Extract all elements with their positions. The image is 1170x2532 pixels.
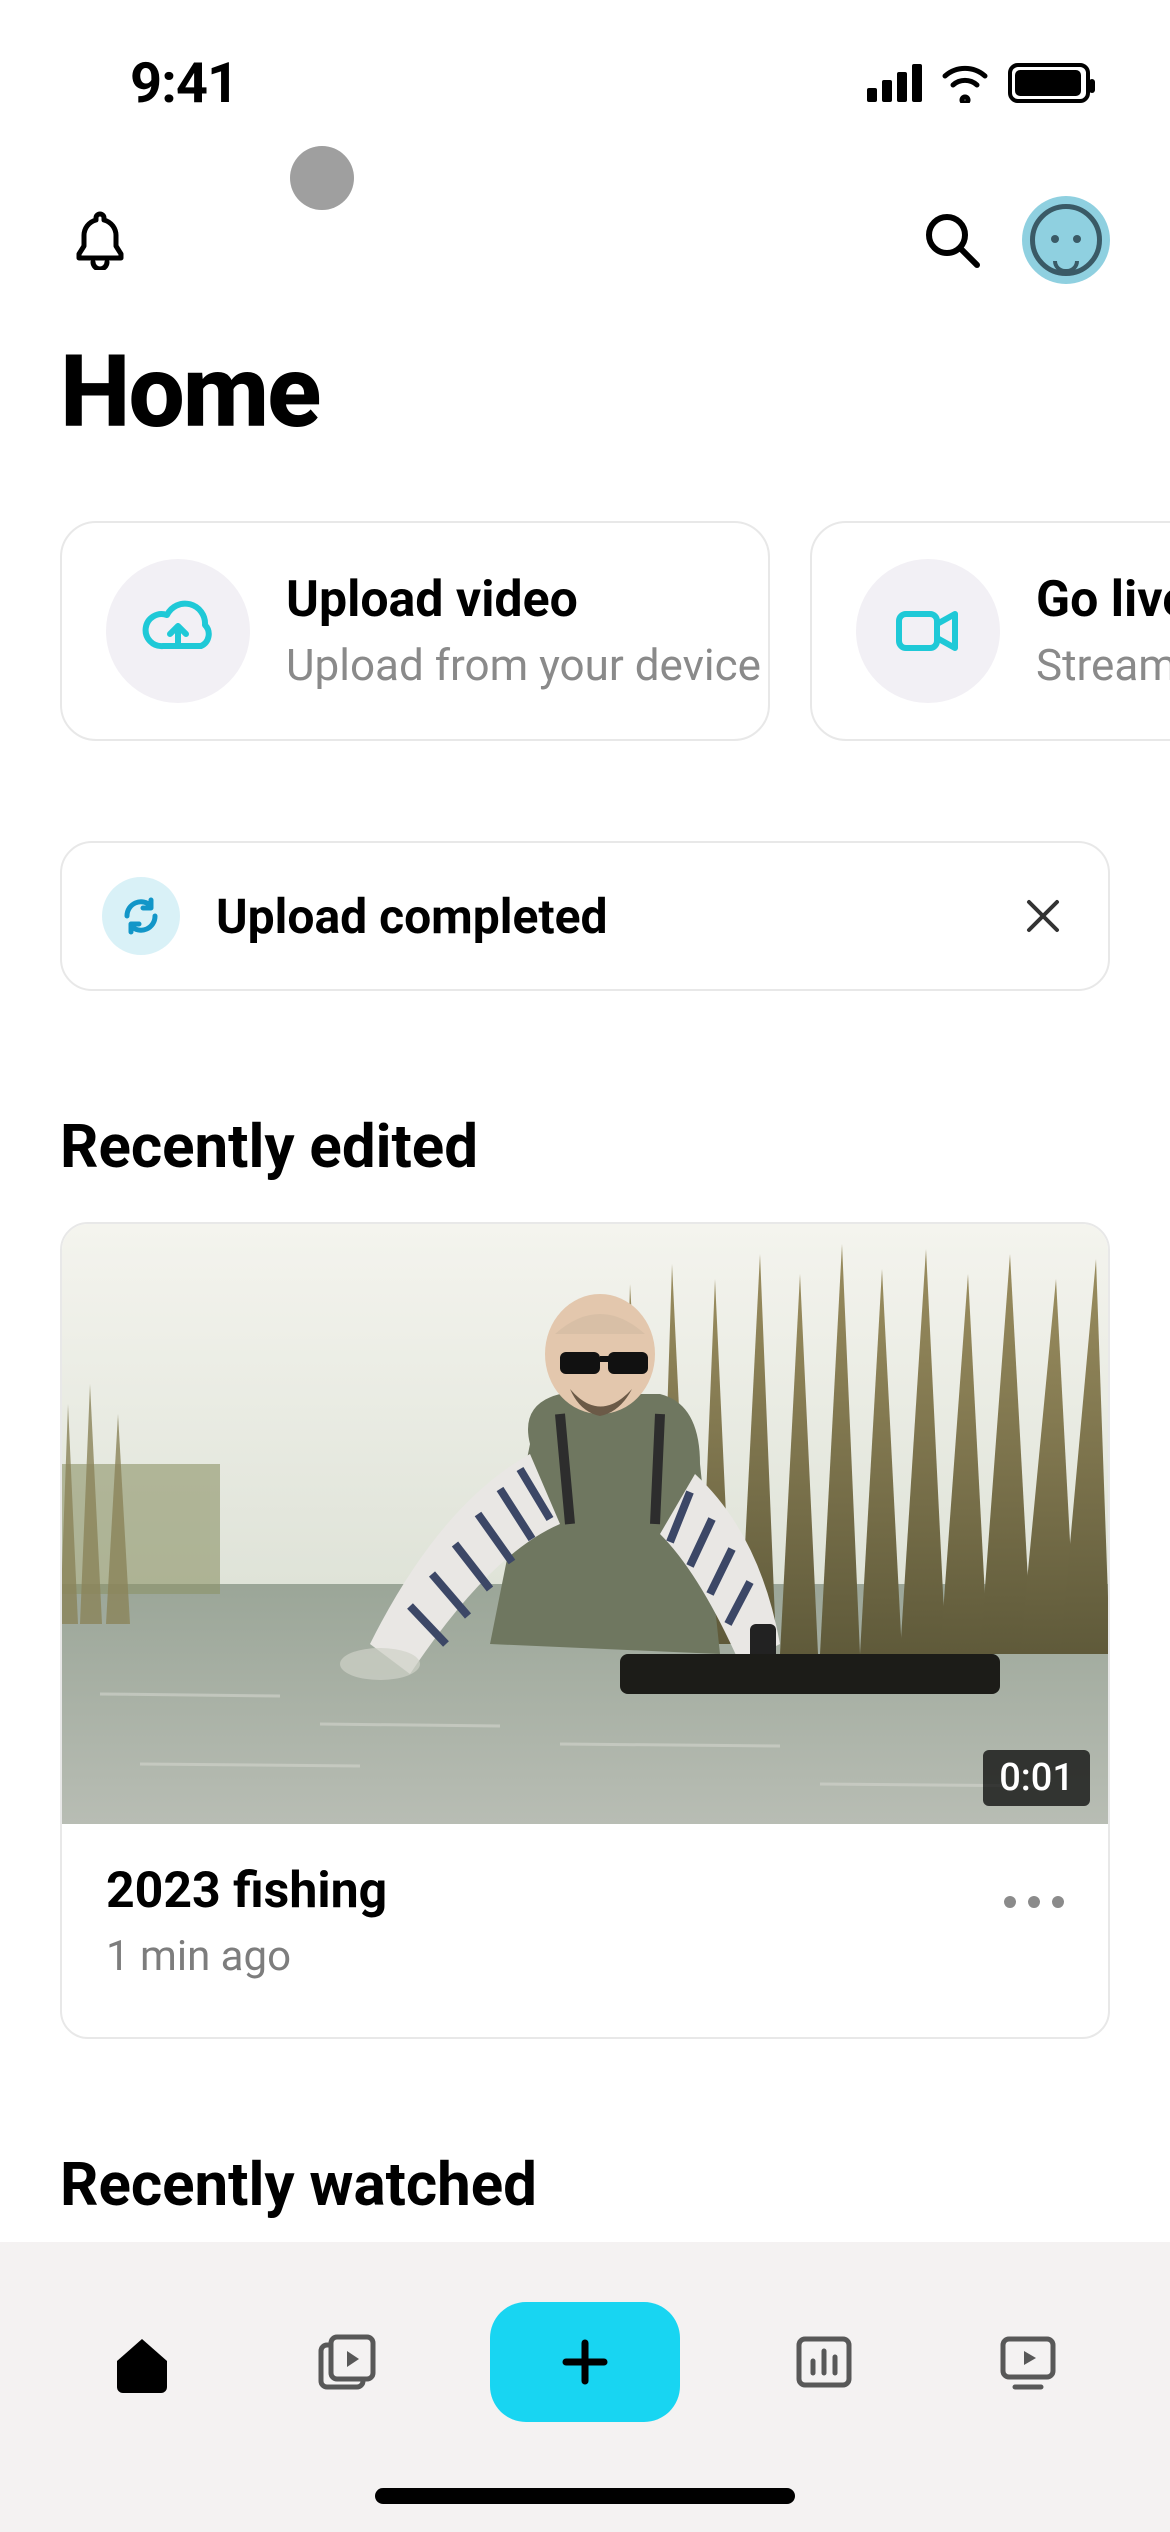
search-icon bbox=[923, 211, 981, 269]
home-icon bbox=[107, 2327, 177, 2397]
wifi-icon bbox=[940, 63, 990, 103]
library-icon bbox=[311, 2327, 381, 2397]
tab-library[interactable] bbox=[286, 2302, 406, 2422]
video-more-button[interactable] bbox=[1004, 1896, 1064, 1908]
tab-create[interactable] bbox=[490, 2302, 680, 2422]
more-icon bbox=[1004, 1896, 1016, 1908]
video-camera-icon bbox=[856, 559, 1000, 703]
sync-icon bbox=[102, 877, 180, 955]
tab-watch[interactable] bbox=[968, 2302, 1088, 2422]
toast-close-button[interactable] bbox=[1018, 891, 1068, 941]
close-icon bbox=[1024, 897, 1062, 935]
recently-watched-heading: Recently watched bbox=[0, 2039, 1170, 2256]
video-thumbnail[interactable]: 0:01 bbox=[62, 1224, 1108, 1824]
status-time: 9:41 bbox=[130, 50, 238, 116]
plus-icon bbox=[558, 2335, 612, 2389]
recently-edited-heading: Recently edited bbox=[0, 991, 1170, 1222]
tab-analytics[interactable] bbox=[764, 2302, 884, 2422]
tab-bar bbox=[0, 2242, 1170, 2532]
status-indicators bbox=[867, 63, 1090, 103]
go-live-card[interactable]: Go live Stream a bbox=[810, 521, 1170, 741]
go-live-subtitle: Stream a bbox=[1036, 639, 1170, 691]
video-duration-badge: 0:01 bbox=[983, 1750, 1090, 1806]
video-title: 2023 fishing bbox=[106, 1862, 1004, 1920]
toast-message: Upload completed bbox=[216, 888, 982, 945]
video-card[interactable]: 0:01 2023 fishing 1 min ago bbox=[60, 1222, 1110, 2039]
page-title: Home bbox=[0, 284, 1170, 521]
analytics-icon bbox=[789, 2327, 859, 2397]
upload-video-subtitle: Upload from your device bbox=[286, 639, 761, 691]
watch-icon bbox=[993, 2327, 1063, 2397]
profile-avatar[interactable] bbox=[1022, 196, 1110, 284]
cellular-signal-icon bbox=[867, 64, 922, 102]
upload-video-card[interactable]: Upload video Upload from your device bbox=[60, 521, 770, 741]
battery-icon bbox=[1008, 63, 1090, 103]
upload-status-toast: Upload completed bbox=[60, 841, 1110, 991]
quick-actions-row[interactable]: Upload video Upload from your device Go … bbox=[0, 521, 1170, 741]
video-timestamp: 1 min ago bbox=[106, 1932, 1004, 1981]
notifications-button[interactable] bbox=[60, 200, 140, 280]
app-header bbox=[0, 136, 1170, 284]
avatar-face-icon bbox=[1030, 204, 1102, 276]
upload-video-title: Upload video bbox=[286, 571, 761, 629]
bell-icon bbox=[73, 210, 127, 270]
cloud-upload-icon bbox=[106, 559, 250, 703]
search-button[interactable] bbox=[912, 200, 992, 280]
status-bar: 9:41 bbox=[0, 0, 1170, 136]
home-indicator[interactable] bbox=[375, 2488, 795, 2504]
thumbnail-image bbox=[62, 1224, 1108, 1824]
go-live-title: Go live bbox=[1036, 571, 1170, 629]
tab-home[interactable] bbox=[82, 2302, 202, 2422]
cast-indicator-dot bbox=[290, 146, 354, 210]
